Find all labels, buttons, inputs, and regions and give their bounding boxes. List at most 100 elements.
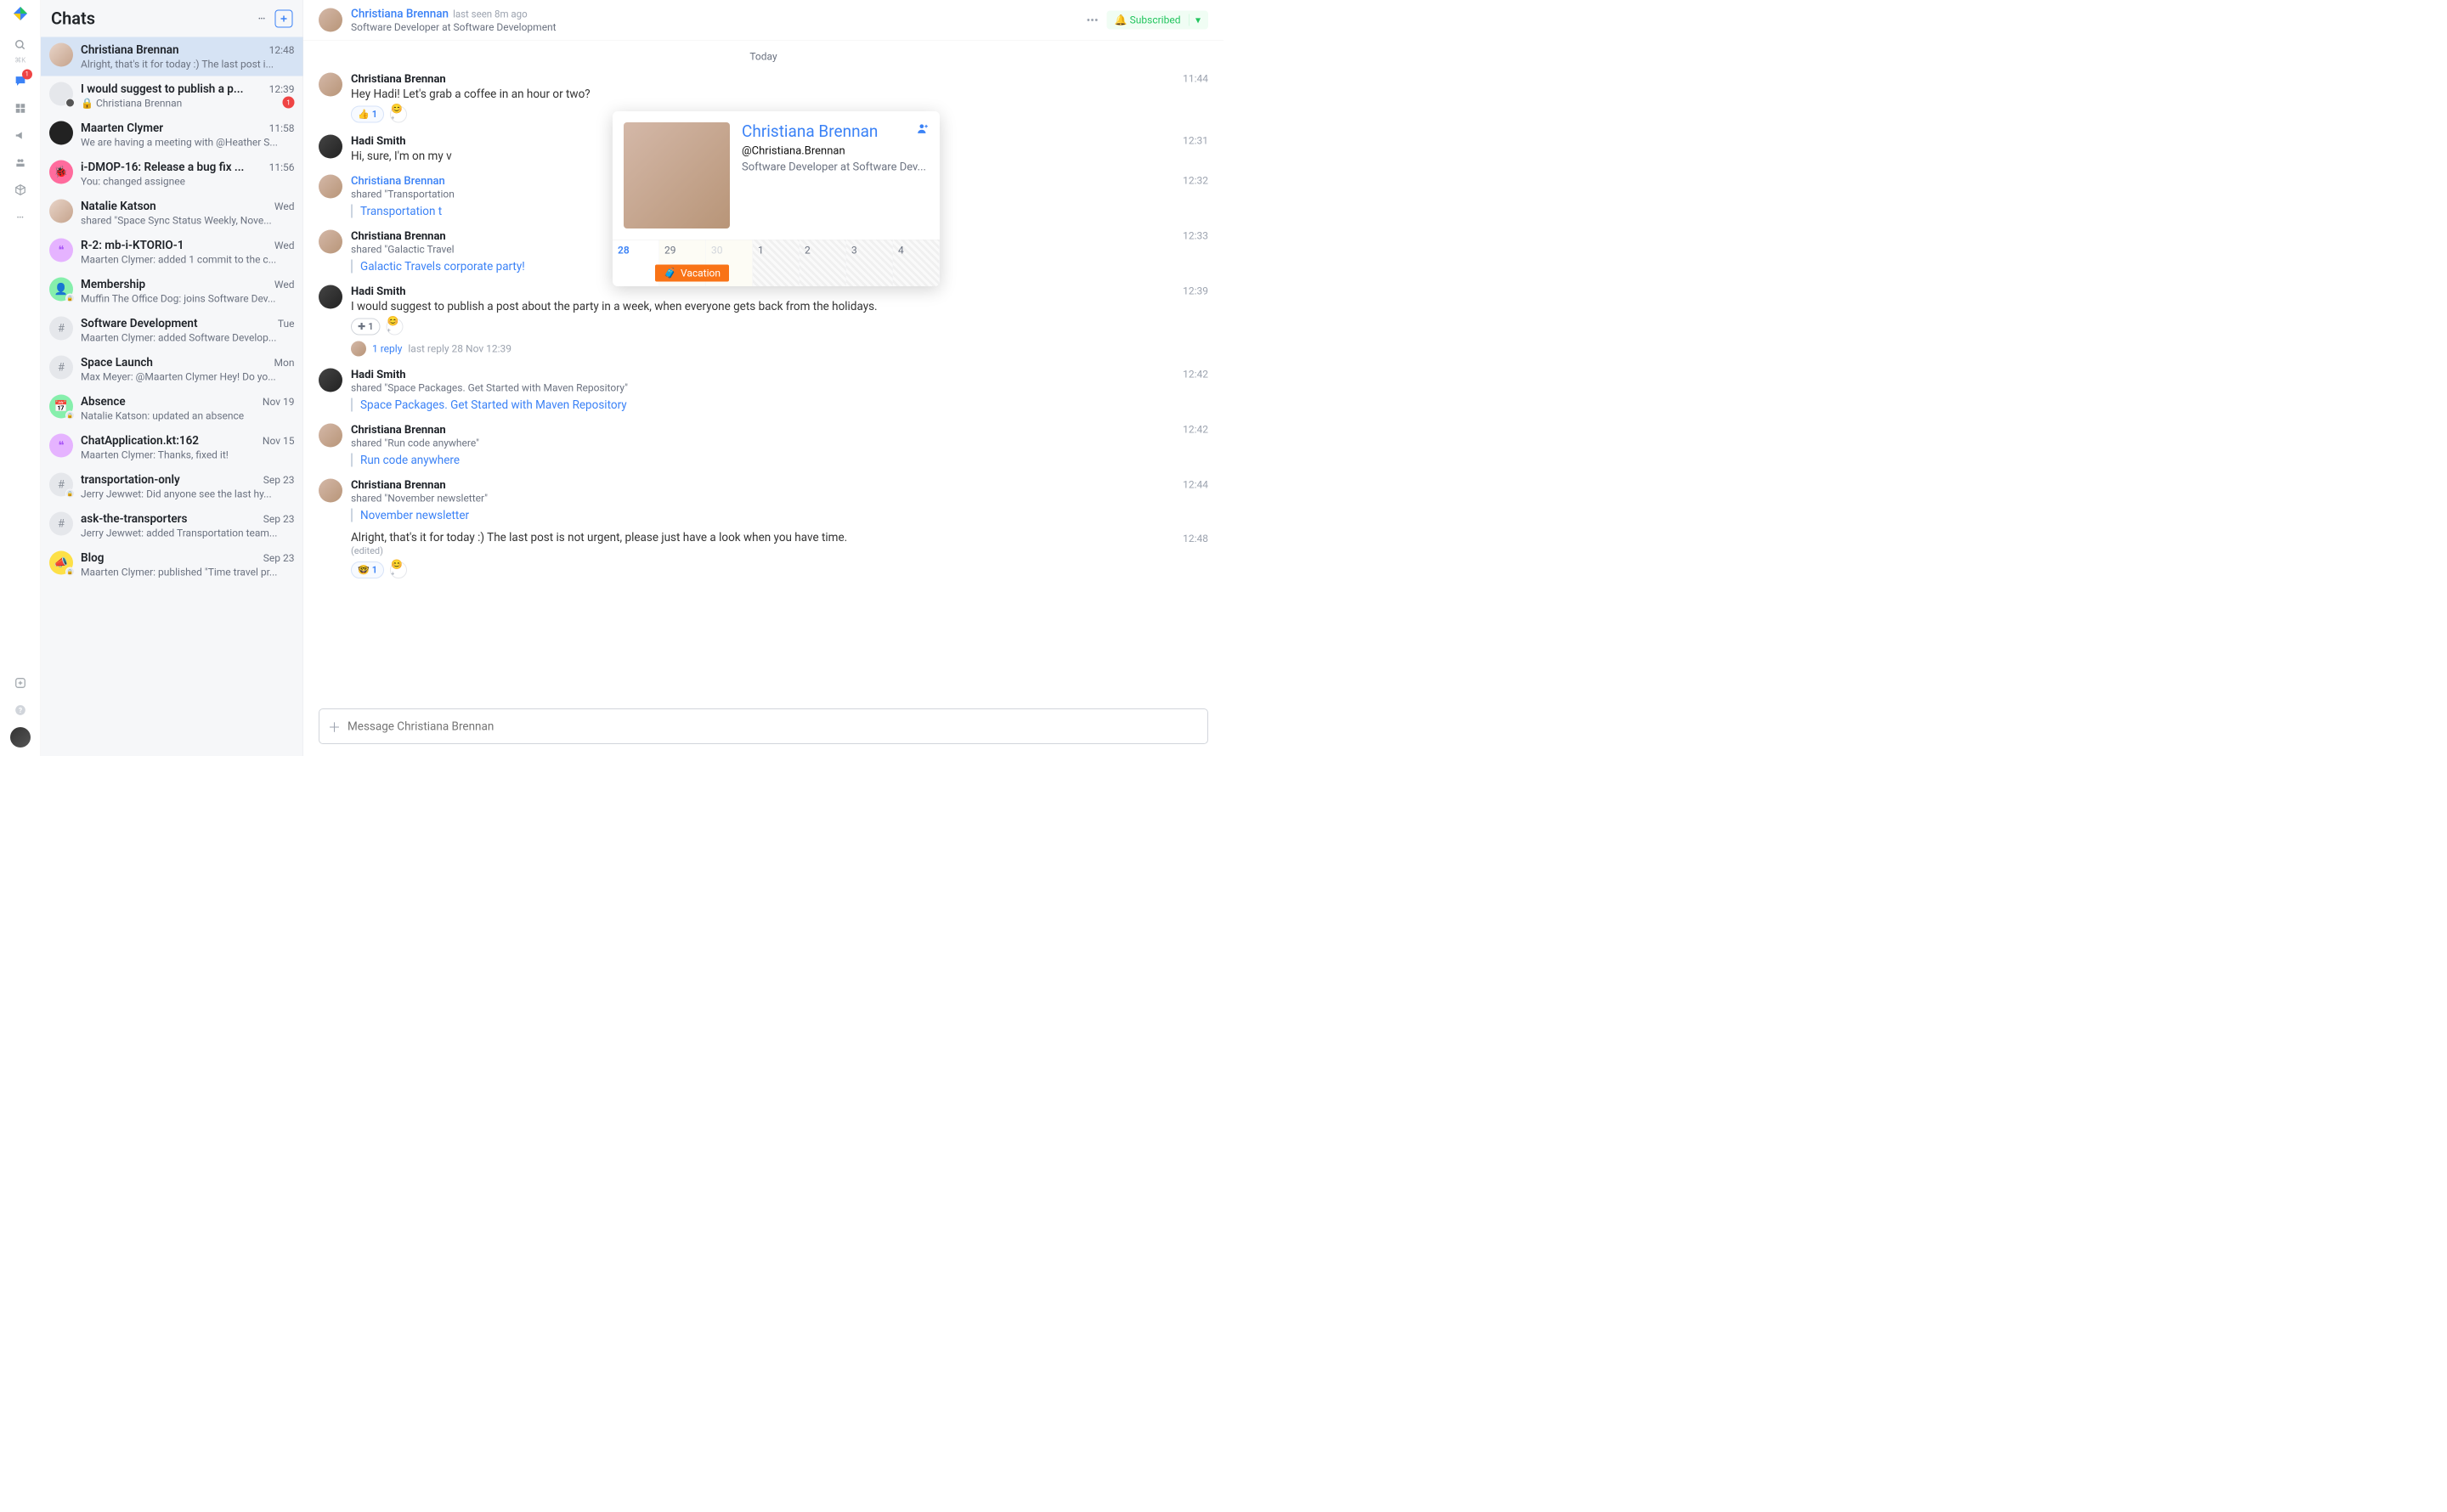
message-avatar[interactable] — [319, 135, 342, 159]
chat-preview: 🔒Christiana Brennan — [81, 98, 295, 110]
help-nav-icon[interactable]: ? — [10, 700, 31, 720]
reaction-pill[interactable]: 👍1 — [351, 106, 384, 123]
chat-preview: Natalie Katson: updated an absence — [81, 410, 295, 422]
chat-name: Natalie Katson — [81, 200, 270, 213]
chat-row[interactable]: 🐞 i-DMOP-16: Release a bug fix ...11:56 … — [41, 155, 303, 194]
chat-preview: Maarten Clymer: added 1 commit to the c.… — [81, 254, 295, 266]
chat-time: 12:39 — [269, 83, 295, 95]
message-avatar[interactable] — [319, 424, 342, 448]
chat-row[interactable]: # Space LaunchMon Max Meyer: @Maarten Cl… — [41, 350, 303, 389]
message-avatar[interactable] — [319, 230, 342, 254]
new-chat-button[interactable] — [275, 9, 293, 27]
hovercard-photo[interactable] — [624, 122, 730, 228]
message-avatar[interactable] — [319, 285, 342, 309]
chat-time: Sep 23 — [263, 513, 295, 525]
team-nav-icon[interactable] — [10, 153, 31, 173]
thread-last: last reply 28 Nov 12:39 — [408, 343, 511, 355]
calendar-day[interactable]: 4 — [893, 240, 940, 287]
message-time: 12:33 — [1183, 230, 1208, 242]
shared-link[interactable]: November newsletter — [351, 509, 1208, 522]
chat-row[interactable]: ❝ R-2: mb-i-KTORIO-1Wed Maarten Clymer: … — [41, 233, 303, 272]
search-icon[interactable] — [10, 35, 31, 55]
message-composer[interactable]: ＋ — [319, 708, 1208, 744]
message: Hadi Smith I would suggest to publish a p… — [319, 285, 1208, 357]
announce-nav-icon[interactable] — [10, 126, 31, 146]
chat-row[interactable]: Maarten Clymer11:58 We are having a meet… — [41, 116, 303, 155]
add-reaction-button[interactable]: 😊⁺ — [390, 106, 407, 123]
chat-name: Christiana Brennan — [81, 43, 265, 57]
calendar-day[interactable]: 3 — [846, 240, 893, 287]
package-nav-icon[interactable] — [10, 180, 31, 200]
chat-row[interactable]: 👤🔒 MembershipWed Muffin The Office Dog: … — [41, 272, 303, 311]
shared-link[interactable]: Run code anywhere — [351, 454, 1208, 467]
chats-nav-icon[interactable]: 1 — [10, 71, 31, 92]
chat-row[interactable]: 📅🔒 AbsenceNov 19 Natalie Katson: updated… — [41, 389, 303, 428]
subscribe-button[interactable]: 🔔 Subscribed ▾ — [1107, 11, 1208, 30]
chat-row[interactable]: #🔒 transportation-onlySep 23 Jerry Jewwe… — [41, 467, 303, 506]
hovercard-handle: @Christiana.Brennan — [742, 144, 929, 157]
composer-add-button[interactable]: ＋ — [328, 717, 341, 736]
message-time: 11:44 — [1183, 73, 1208, 85]
current-user-avatar[interactable] — [10, 727, 31, 748]
chat-preview: Max Meyer: @Maarten Clymer Hey! Do yo... — [81, 371, 295, 383]
add-nav-icon[interactable] — [10, 673, 31, 693]
message-author[interactable]: Christiana Brennan — [351, 424, 1208, 437]
sidebar-more-button[interactable]: ••• — [253, 9, 271, 27]
message-avatar[interactable] — [319, 479, 342, 503]
add-contact-icon[interactable] — [917, 122, 929, 134]
calendar-day[interactable]: 2 — [800, 240, 846, 287]
add-reaction-button[interactable]: 😊⁺ — [387, 319, 404, 336]
chat-preview: Jerry Jewwet: added Transportation team.… — [81, 528, 295, 539]
app-logo[interactable] — [12, 5, 29, 22]
reaction-pill[interactable]: 🤓1 — [351, 561, 384, 578]
conversation-more-button[interactable]: ••• — [1087, 13, 1099, 27]
message-author[interactable]: Christiana Brennan — [351, 479, 1208, 492]
apps-nav-icon[interactable] — [10, 99, 31, 119]
chat-time: Wed — [274, 200, 295, 212]
chat-time: Sep 23 — [263, 474, 295, 486]
conversation-name[interactable]: Christiana Brennan — [351, 7, 449, 20]
message-avatar[interactable] — [319, 175, 342, 199]
chat-preview: shared "Space Sync Status Weekly, Nove..… — [81, 215, 295, 227]
reaction-pill[interactable]: ✚1 — [351, 319, 381, 336]
conversation-avatar[interactable] — [319, 8, 342, 32]
calendar-event[interactable]: 🧳Vacation — [655, 265, 729, 282]
message-time: 12:48 — [1183, 533, 1208, 544]
calendar-day[interactable]: 28 — [613, 240, 659, 287]
composer-input[interactable] — [348, 719, 1199, 733]
message-text: I would suggest to publish a post about … — [351, 300, 1208, 313]
date-separator: Today — [303, 41, 1224, 73]
message-author[interactable]: Hadi Smith — [351, 369, 1208, 381]
chevron-down-icon[interactable]: ▾ — [1189, 14, 1201, 26]
chat-name: Membership — [81, 278, 270, 291]
chat-row[interactable]: # Software DevelopmentTue Maarten Clymer… — [41, 311, 303, 350]
chat-name: Maarten Clymer — [81, 121, 265, 135]
message-avatar[interactable] — [319, 73, 342, 97]
lock-icon: 🔒 — [65, 489, 75, 499]
add-reaction-button[interactable]: 😊⁺ — [390, 561, 407, 578]
thread-summary[interactable]: 1 reply last reply 28 Nov 12:39 — [351, 341, 1208, 357]
more-nav-icon[interactable]: ••• — [10, 207, 31, 228]
chat-time: Tue — [278, 318, 295, 330]
message-avatar[interactable] — [319, 369, 342, 392]
chat-row[interactable]: Natalie Katson Wed shared "Space Sync Sta… — [41, 194, 303, 233]
chat-avatar — [49, 82, 73, 106]
calendar-day[interactable]: 1 — [753, 240, 800, 287]
mini-avatar — [65, 99, 75, 108]
chat-avatar — [49, 43, 73, 67]
chat-preview: You: changed assignee — [81, 176, 295, 188]
chat-name: Absence — [81, 395, 258, 409]
shared-link[interactable]: Space Packages. Get Started with Maven R… — [351, 398, 1208, 412]
chat-row[interactable]: 📣🔒 BlogSep 23 Maarten Clymer: published … — [41, 545, 303, 584]
chat-row[interactable]: ❝ ChatApplication.kt:162Nov 15 Maarten C… — [41, 428, 303, 467]
chat-row[interactable]: I would suggest to publish a p...12:39 🔒… — [41, 76, 303, 116]
chat-row[interactable]: Christiana Brennan12:48 Alright, that's … — [41, 37, 303, 76]
search-shortcut: ⌘K — [14, 56, 25, 65]
chat-row[interactable]: # ask-the-transportersSep 23 Jerry Jewwe… — [41, 506, 303, 545]
message-author[interactable]: Hadi Smith — [351, 285, 1208, 298]
thread-replies[interactable]: 1 reply — [372, 343, 402, 355]
message-author[interactable]: Christiana Brennan — [351, 73, 1208, 86]
hovercard-name[interactable]: Christiana Brennan — [742, 122, 878, 141]
message: Christiana Brennanshared "Run code anywh… — [319, 424, 1208, 467]
lock-icon: 🔒 — [65, 411, 75, 420]
